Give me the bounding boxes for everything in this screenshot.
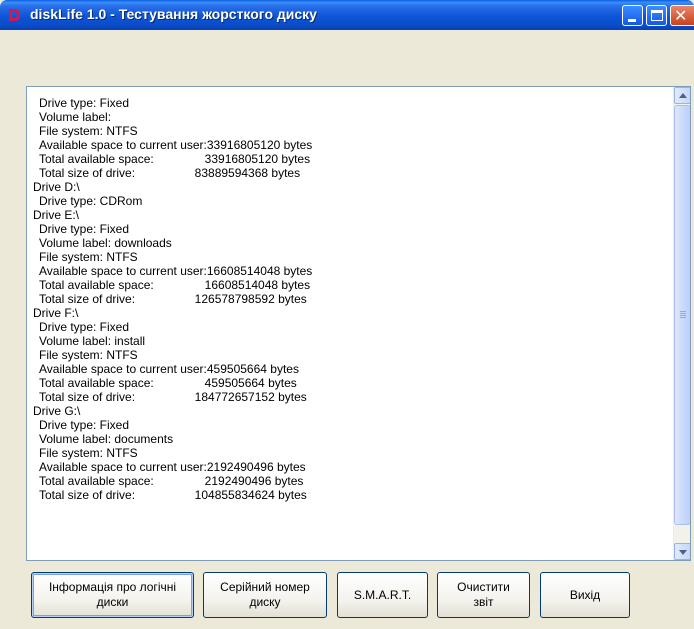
maximize-icon <box>651 10 663 21</box>
report-line-key: Drive type: Fixed <box>39 418 130 432</box>
report-line-key: Total available space: <box>39 474 154 488</box>
maximize-button[interactable] <box>646 5 667 26</box>
report-line-value: 33916805120 bytes <box>188 152 311 166</box>
scroll-up-button[interactable] <box>674 87 690 104</box>
report-line: Drive type: Fixed <box>33 320 663 334</box>
report-line: Total available space: 16608514048 bytes <box>33 278 663 292</box>
report-line-key: Total size of drive: <box>39 488 136 502</box>
report-line: Total size of drive: 104855834624 bytes <box>33 488 663 502</box>
disklife-app-icon <box>9 9 20 21</box>
report-lines: Drive type: Fixed Volume label: File syste… <box>33 96 663 502</box>
minimize-icon <box>628 19 636 22</box>
report-line: Total size of drive: 126578798592 bytes <box>33 292 663 306</box>
report-line-key: Drive type: CDRom <box>39 194 143 208</box>
report-line: Total size of drive: 184772657152 bytes <box>33 390 663 404</box>
grip-icon <box>680 311 686 318</box>
report-line-key: File system: NTFS <box>39 446 138 460</box>
report-line: File system: NTFS <box>33 348 663 362</box>
report-line-key: Total available space: <box>39 376 154 390</box>
report-line-key: Available space to current user: <box>39 138 207 152</box>
report-line-value: 2192490496 bytes <box>188 474 304 488</box>
report-line-key: Volume label: documents <box>39 432 174 446</box>
serial-number-button[interactable]: Серійний номер диску <box>203 572 327 618</box>
report-line: Drive type: Fixed <box>33 96 663 110</box>
report-line-key: Total available space: <box>39 152 154 166</box>
report-line-key: Available space to current user: <box>39 460 207 474</box>
report-line: Volume label: downloads <box>33 236 663 250</box>
report-line-key: Total size of drive: <box>39 292 136 306</box>
report-line-value: 459505664 bytes <box>206 362 299 376</box>
report-line-key: Available space to current user: <box>39 362 207 376</box>
logical-disks-info-button[interactable]: Інформація про логічні диски <box>31 572 194 618</box>
report-line-value: 104855834624 bytes <box>188 488 307 502</box>
report-line-value: 33916805120 bytes <box>206 138 313 152</box>
report-line-key: Drive type: Fixed <box>39 222 130 236</box>
vertical-scrollbar[interactable] <box>673 87 690 560</box>
report-line-key: File system: NTFS <box>39 348 138 362</box>
scroll-down-button[interactable] <box>674 543 690 560</box>
report-line: File system: NTFS <box>33 250 663 264</box>
arrow-up-icon <box>679 93 687 98</box>
report-line-key: Drive type: Fixed <box>39 96 130 110</box>
smart-button[interactable]: S.M.A.R.T. <box>337 572 428 618</box>
report-line-key: Volume label: install <box>39 334 146 348</box>
report-line: Available space to current user:45950566… <box>33 362 663 376</box>
report-line: Total available space: 2192490496 bytes <box>33 474 663 488</box>
minimize-button[interactable] <box>622 5 643 26</box>
title-bar[interactable]: diskLife 1.0 - Тестування жорсткого диск… <box>0 0 694 30</box>
report-line: Drive type: Fixed <box>33 222 663 236</box>
report-line: Volume label: documents <box>33 432 663 446</box>
report-line-key: Volume label: downloads <box>39 236 172 250</box>
report-line-key: Drive D:\ <box>33 180 80 194</box>
scroll-thumb[interactable] <box>674 105 690 525</box>
report-line: Total available space: 459505664 bytes <box>33 376 663 390</box>
report-line-key: Drive F:\ <box>33 306 79 320</box>
arrow-down-icon <box>679 550 687 555</box>
report-line-value: 83889594368 bytes <box>188 166 301 180</box>
report-line: Available space to current user:16608514… <box>33 264 663 278</box>
report-line: Volume label: install <box>33 334 663 348</box>
app-window: diskLife 1.0 - Тестування жорсткого диск… <box>0 0 694 629</box>
report-line: Drive type: Fixed <box>33 418 663 432</box>
report-line-key: Drive E:\ <box>33 208 80 222</box>
report-line: Available space to current user:21924904… <box>33 460 663 474</box>
close-icon: ✕ <box>674 6 688 25</box>
report-line-value: 184772657152 bytes <box>188 390 307 404</box>
report-line-key: Total size of drive: <box>39 390 136 404</box>
window-title: diskLife 1.0 - Тестування жорсткого диск… <box>30 6 317 22</box>
report-line-value: 16608514048 bytes <box>206 264 313 278</box>
report-line: Total available space: 33916805120 bytes <box>33 152 663 166</box>
report-line-value: 126578798592 bytes <box>188 292 307 306</box>
report-line-key: Drive type: Fixed <box>39 320 130 334</box>
report-textarea[interactable]: Drive type: Fixed Volume label: File syste… <box>26 86 691 561</box>
report-line-key: File system: NTFS <box>39 124 138 138</box>
report-line: File system: NTFS <box>33 124 663 138</box>
report-line: Total size of drive: 83889594368 bytes <box>33 166 663 180</box>
report-line: Drive D:\ <box>33 180 663 194</box>
report-line-key: Available space to current user: <box>39 264 207 278</box>
report-line-key: File system: NTFS <box>39 250 138 264</box>
report-line: File system: NTFS <box>33 446 663 460</box>
report-line-key: Total available space: <box>39 278 154 292</box>
report-line-key: Volume label: <box>39 110 112 124</box>
report-line-value: 2192490496 bytes <box>206 460 306 474</box>
report-line: Drive E:\ <box>33 208 663 222</box>
report-line: Available space to current user:33916805… <box>33 138 663 152</box>
close-button[interactable]: ✕ <box>670 5 694 26</box>
report-line: Drive G:\ <box>33 404 663 418</box>
report-line: Volume label: <box>33 110 663 124</box>
report-line: Drive F:\ <box>33 306 663 320</box>
clear-report-button[interactable]: Очистити звіт <box>437 572 530 618</box>
report-line-value: 459505664 bytes <box>188 376 297 390</box>
report-line-key: Total size of drive: <box>39 166 136 180</box>
report-line-key: Drive G:\ <box>33 404 81 418</box>
exit-button[interactable]: Вихід <box>540 572 630 618</box>
report-line: Drive type: CDRom <box>33 194 663 208</box>
report-line-value: 16608514048 bytes <box>188 278 311 292</box>
